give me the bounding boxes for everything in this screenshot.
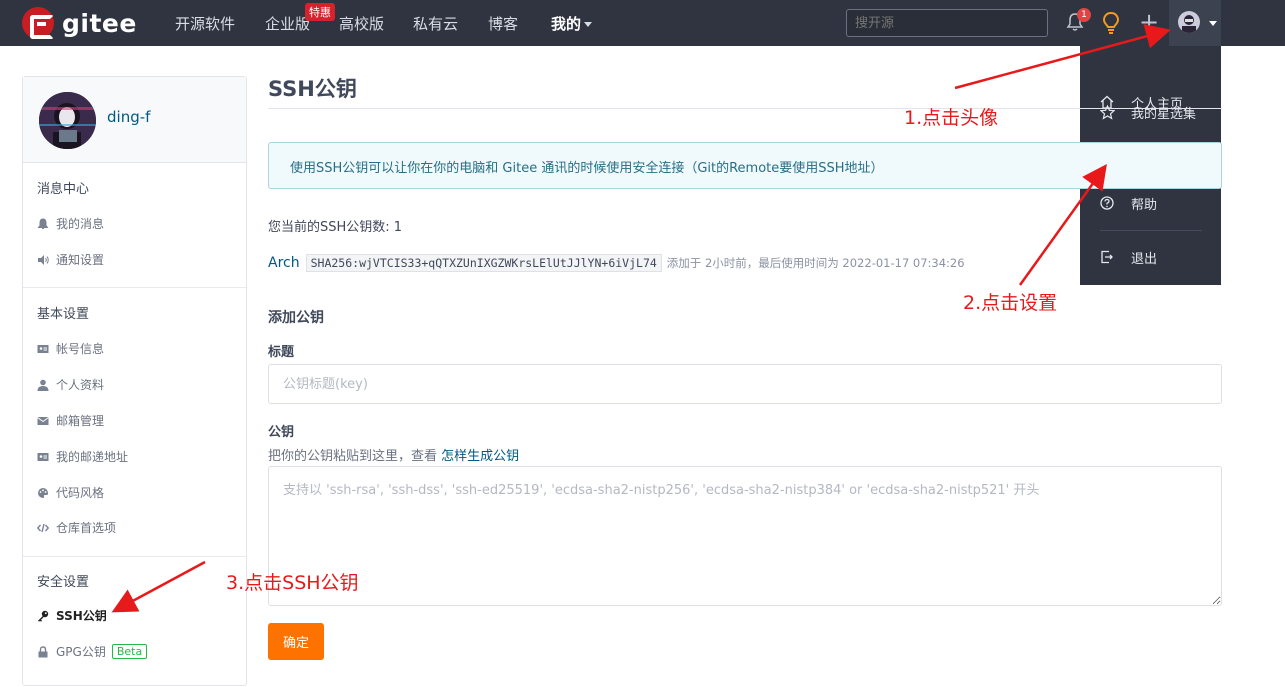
sidebar-item-label: 代码风格 (56, 486, 105, 500)
info-message: 使用SSH公钥可以让你在你的电脑和 Gitee 通讯的时候使用安全连接（Git的… (268, 142, 1222, 189)
add-key-heading: 添加公钥 (268, 310, 324, 326)
bell-icon (37, 217, 49, 229)
avatar[interactable] (39, 92, 96, 149)
nav-education[interactable]: 高校版 (339, 13, 384, 34)
nav-blog[interactable]: 博客 (488, 13, 518, 34)
sidebar-item-repo-prefs[interactable]: 仓库首选项 (37, 519, 116, 536)
sidebar-item-my-messages[interactable]: 我的消息 (37, 215, 104, 232)
ssh-key-meta: 添加于 2小时前，最后使用时间为 2022-01-17 07:34:26 (666, 256, 965, 270)
nav-mine[interactable]: 我的 (551, 13, 593, 34)
profile-username[interactable]: ding-f (107, 108, 150, 126)
dropdown-item-label: 退出 (1131, 251, 1158, 267)
key-icon (38, 610, 49, 622)
sidebar-item-postal-address[interactable]: 我的邮递地址 (37, 448, 128, 465)
logout-icon (1101, 250, 1113, 264)
sidebar-item-label: 邮箱管理 (56, 414, 105, 428)
user-icon (37, 379, 49, 391)
address-card-icon (37, 452, 49, 461)
create-plus-icon[interactable]: + (1139, 8, 1159, 36)
sidebar-section-basic: 基本设置 帐号信息 个人资料 邮箱管理 我的邮递地址 代码风格 仓库首选项 (23, 288, 246, 557)
help-icon (1100, 196, 1114, 210)
sidebar-item-label: 我的消息 (56, 217, 105, 231)
key-hint: 把你的公钥粘贴到这里，查看 怎样生成公钥 (268, 445, 519, 464)
chevron-down-icon (584, 22, 593, 27)
sidebar-item-label: 通知设置 (56, 253, 105, 267)
nav-private-cloud[interactable]: 私有云 (413, 13, 458, 34)
section-title: 消息中心 (37, 182, 90, 197)
dropdown-item-logout[interactable]: 退出 (1080, 239, 1221, 275)
profile-card: ding-f (23, 77, 246, 163)
annotation-step-3: 3.点击SSH公钥 (226, 572, 359, 594)
key-field-label: 公钥 (268, 425, 295, 440)
public-key-textarea[interactable] (268, 466, 1222, 606)
dropdown-item-label: 帮助 (1131, 197, 1158, 213)
sidebar-item-email[interactable]: 邮箱管理 (37, 412, 104, 429)
top-navbar: gitee 开源软件 企业版 特惠 高校版 私有云 博客 我的 1 + (0, 0, 1285, 46)
sidebar-item-label: 仓库首选项 (56, 521, 117, 535)
star-icon (1100, 104, 1115, 120)
sidebar-item-profile[interactable]: 个人资料 (37, 376, 104, 393)
dropdown-item-label: 我的星选集 (1131, 106, 1197, 122)
sidebar-item-label: 个人资料 (56, 378, 105, 392)
dropdown-item-collections[interactable]: 我的星选集 (1080, 94, 1221, 130)
sidebar-section-messages: 消息中心 我的消息 通知设置 (23, 163, 246, 288)
page-title: SSH公钥 (268, 77, 357, 101)
ssh-key-name[interactable]: Arch (268, 255, 300, 271)
envelope-icon (37, 416, 49, 425)
annotation-step-2: 2.点击设置 (963, 292, 1058, 314)
confirm-button[interactable]: 确定 (268, 623, 324, 660)
lightbulb-icon[interactable] (1101, 11, 1121, 35)
nav-enterprise[interactable]: 企业版 (265, 13, 310, 34)
section-title: 基本设置 (37, 307, 90, 322)
avatar (1178, 11, 1200, 33)
search-input[interactable] (846, 9, 1048, 37)
sidebar-section-security: 安全设置 SSH公钥 GPG公钥 Beta (23, 557, 246, 687)
brand-name: gitee (62, 8, 137, 38)
code-icon (37, 523, 49, 532)
sidebar-item-gpg-keys[interactable]: GPG公钥 Beta (37, 643, 148, 660)
gitee-logo-icon (22, 7, 54, 39)
title-divider (268, 108, 1222, 109)
ssh-key-row: Arch SHA256:wjVTCIS33+qQTXZUnIXGZWKrsLEl… (268, 254, 965, 272)
annotation-step-1: 1.点击头像 (904, 107, 999, 129)
lock-icon (38, 645, 48, 657)
sidebar-item-label: SSH公钥 (56, 609, 107, 623)
ssh-key-fingerprint: SHA256:wjVTCIS33+qQTXZUnIXGZWKrsLElUtJJl… (305, 254, 662, 272)
id-card-icon (37, 344, 49, 353)
title-field-label: 标题 (268, 345, 295, 360)
key-hint-text: 把你的公钥粘贴到这里，查看 (268, 449, 438, 464)
sidebar-item-code-style[interactable]: 代码风格 (37, 484, 104, 501)
section-title: 安全设置 (37, 575, 90, 590)
speaker-icon (38, 254, 49, 265)
key-title-input[interactable] (268, 364, 1222, 404)
settings-sidebar: ding-f 消息中心 我的消息 通知设置 基本设置 帐号信息 个人资料 邮箱管… (22, 76, 247, 686)
dropdown-item-help[interactable]: 帮助 (1080, 185, 1221, 221)
nav-mine-label: 我的 (551, 15, 582, 33)
sidebar-item-label: 我的邮递地址 (56, 450, 129, 464)
promo-badge: 特惠 (305, 3, 335, 21)
gitee-logo[interactable]: gitee (22, 7, 137, 39)
palette-icon (38, 487, 48, 498)
sidebar-item-label: 帐号信息 (56, 342, 105, 356)
notification-count-badge: 1 (1077, 8, 1091, 22)
how-to-generate-key-link[interactable]: 怎样生成公钥 (441, 449, 519, 464)
sidebar-item-label: GPG公钥 (56, 645, 106, 659)
dropdown-divider (1100, 230, 1202, 231)
ssh-key-count: 您当前的SSH公钥数: 1 (268, 220, 403, 235)
user-avatar-menu[interactable] (1169, 0, 1221, 46)
nav-open-source[interactable]: 开源软件 (175, 13, 235, 34)
sidebar-item-account[interactable]: 帐号信息 (37, 340, 104, 357)
sidebar-item-notify-settings[interactable]: 通知设置 (37, 251, 104, 268)
beta-badge: Beta (111, 644, 148, 659)
sidebar-item-ssh-keys[interactable]: SSH公钥 (37, 607, 107, 624)
chevron-down-icon (1209, 21, 1217, 26)
